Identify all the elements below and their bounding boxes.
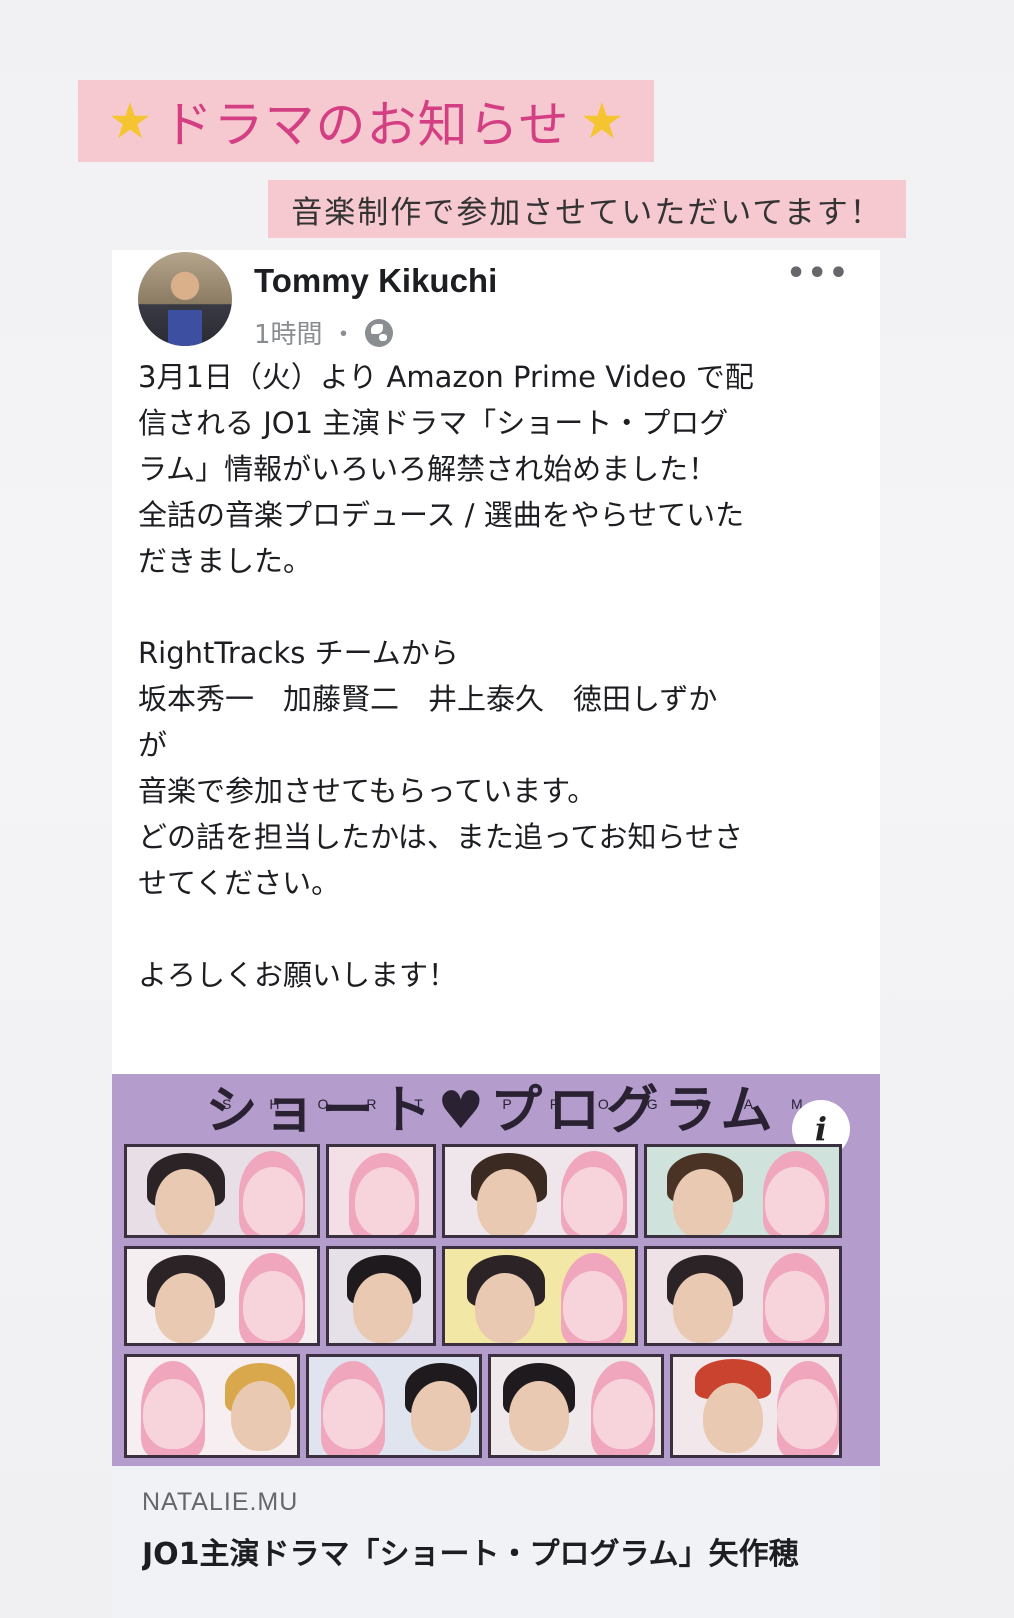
cast-panel	[644, 1246, 842, 1346]
preview-image-subtitle: SHORT PROGRAM	[222, 1096, 841, 1112]
globe-icon	[364, 318, 393, 347]
subtitle-sticker: 音楽制作で参加させていただいてます！	[268, 180, 906, 238]
cast-panel	[644, 1144, 842, 1238]
story-view: ★ ドラマのお知らせ ★ 音楽制作で参加させていただいてます！ Tommy Ki…	[0, 0, 1014, 1618]
cast-panel	[670, 1354, 842, 1458]
link-headline[interactable]: JO1主演ドラマ「ショート・プログラム」矢作穂	[142, 1529, 850, 1573]
more-icon[interactable]: •••	[786, 256, 850, 291]
star-icon: ★	[107, 92, 153, 150]
post-meta: 1時間 ・	[254, 314, 393, 351]
post-body-text: 3月1日（火）より Amazon Prime Video で配 信される JO1…	[138, 360, 754, 992]
post-author[interactable]: Tommy Kikuchi	[254, 262, 497, 300]
cast-panel	[124, 1246, 320, 1346]
facebook-post-card: Tommy Kikuchi 1時間 ・ ••• 3月1日（火）より Amazon…	[112, 250, 880, 1618]
cast-panel	[124, 1354, 300, 1458]
link-preview-image[interactable]: ショート♥プログラム SHORT PROGRAM i	[112, 1074, 880, 1466]
cast-panel	[306, 1354, 482, 1458]
cast-panel	[326, 1144, 436, 1238]
cast-panel	[442, 1246, 638, 1346]
cast-panel	[488, 1354, 664, 1458]
cast-panel	[124, 1144, 320, 1238]
star-icon: ★	[579, 92, 625, 150]
avatar[interactable]	[138, 252, 232, 346]
link-domain: NATALIE.MU	[142, 1488, 299, 1516]
cast-panel	[442, 1144, 638, 1238]
post-time[interactable]: 1時間	[254, 314, 323, 351]
meta-separator: ・	[330, 320, 357, 350]
title-sticker: ★ ドラマのお知らせ ★	[78, 80, 654, 162]
link-preview-meta[interactable]: NATALIE.MU JO1主演ドラマ「ショート・プログラム」矢作穂	[112, 1466, 880, 1618]
subtitle-sticker-text: 音楽制作で参加させていただいてます！	[291, 194, 883, 231]
cast-panel	[326, 1246, 436, 1346]
title-sticker-text: ドラマのお知らせ	[162, 96, 570, 154]
avatar-shirt	[168, 310, 202, 346]
